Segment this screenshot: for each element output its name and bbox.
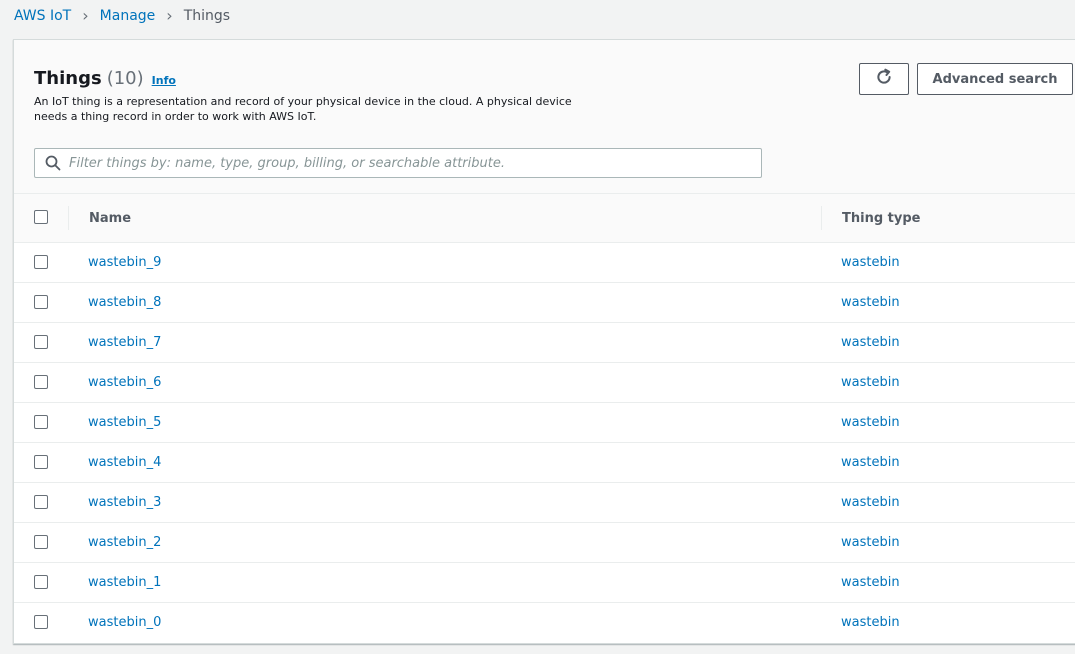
table-row: wastebin_3 wastebin	[14, 483, 1075, 523]
breadcrumb-aws-iot[interactable]: AWS IoT	[14, 8, 71, 24]
refresh-icon	[875, 68, 893, 90]
breadcrumb-current: Things	[183, 7, 231, 24]
page-title-group: Things (10) Info	[34, 68, 176, 89]
search-icon	[45, 155, 61, 171]
page-description: An IoT thing is a representation and rec…	[34, 95, 572, 123]
page-title: Things	[34, 68, 102, 89]
thing-name-link[interactable]: wastebin_4	[88, 455, 161, 470]
thing-type-link[interactable]: wastebin	[841, 535, 900, 550]
table-header: Name Thing type	[14, 194, 1075, 243]
row-checkbox[interactable]	[34, 535, 48, 549]
row-checkbox[interactable]	[34, 375, 48, 389]
search-bar	[34, 148, 762, 178]
thing-type-link[interactable]: wastebin	[841, 255, 900, 270]
row-checkbox[interactable]	[34, 415, 48, 429]
panel-header: Things (10) Info An IoT thing is a repre…	[14, 40, 1075, 194]
row-checkbox[interactable]	[34, 575, 48, 589]
thing-type-link[interactable]: wastebin	[841, 295, 900, 310]
thing-name-link[interactable]: wastebin_2	[88, 535, 161, 550]
chevron-right-icon: ›	[166, 6, 173, 25]
thing-name-link[interactable]: wastebin_5	[88, 415, 161, 430]
table-row: wastebin_2 wastebin	[14, 523, 1075, 563]
table-row: wastebin_7 wastebin	[14, 323, 1075, 363]
row-checkbox[interactable]	[34, 615, 48, 629]
thing-name-link[interactable]: wastebin_9	[88, 255, 161, 270]
thing-name-link[interactable]: wastebin_8	[88, 295, 161, 310]
advanced-search-button[interactable]: Advanced search	[917, 63, 1073, 95]
thing-name-link[interactable]: wastebin_1	[88, 575, 161, 590]
chevron-right-icon: ›	[82, 6, 89, 25]
table-row: wastebin_4 wastebin	[14, 443, 1075, 483]
row-checkbox[interactable]	[34, 295, 48, 309]
thing-type-link[interactable]: wastebin	[841, 335, 900, 350]
refresh-button[interactable]	[859, 63, 909, 95]
column-header-thing-type[interactable]: Thing type	[842, 211, 920, 226]
thing-name-link[interactable]: wastebin_7	[88, 335, 161, 350]
row-checkbox[interactable]	[34, 495, 48, 509]
table-body: wastebin_9 wastebin wastebin_8 wastebin …	[14, 243, 1075, 643]
thing-type-link[interactable]: wastebin	[841, 375, 900, 390]
select-all-checkbox[interactable]	[34, 210, 48, 224]
table-row: wastebin_5 wastebin	[14, 403, 1075, 443]
thing-name-link[interactable]: wastebin_3	[88, 495, 161, 510]
thing-type-link[interactable]: wastebin	[841, 415, 900, 430]
column-divider[interactable]	[821, 206, 822, 230]
row-checkbox[interactable]	[34, 455, 48, 469]
info-link[interactable]: Info	[152, 74, 176, 87]
row-checkbox[interactable]	[34, 335, 48, 349]
things-count: (10)	[106, 68, 144, 89]
things-panel: Things (10) Info An IoT thing is a repre…	[13, 39, 1075, 644]
column-header-name[interactable]: Name	[89, 211, 131, 226]
table-row: wastebin_9 wastebin	[14, 243, 1075, 283]
row-checkbox[interactable]	[34, 255, 48, 269]
breadcrumb: AWS IoT › Manage › Things	[14, 6, 230, 25]
table-row: wastebin_0 wastebin	[14, 603, 1075, 643]
thing-type-link[interactable]: wastebin	[841, 575, 900, 590]
thing-type-link[interactable]: wastebin	[841, 455, 900, 470]
thing-name-link[interactable]: wastebin_6	[88, 375, 161, 390]
table-row: wastebin_6 wastebin	[14, 363, 1075, 403]
breadcrumb-manage[interactable]: Manage	[100, 8, 156, 24]
thing-type-link[interactable]: wastebin	[841, 615, 900, 630]
search-input[interactable]	[69, 155, 729, 171]
thing-name-link[interactable]: wastebin_0	[88, 615, 161, 630]
table-row: wastebin_8 wastebin	[14, 283, 1075, 323]
things-table: Name Thing type wastebin_9 wastebin wast…	[14, 194, 1075, 643]
table-row: wastebin_1 wastebin	[14, 563, 1075, 603]
column-divider[interactable]	[68, 206, 69, 230]
thing-type-link[interactable]: wastebin	[841, 495, 900, 510]
